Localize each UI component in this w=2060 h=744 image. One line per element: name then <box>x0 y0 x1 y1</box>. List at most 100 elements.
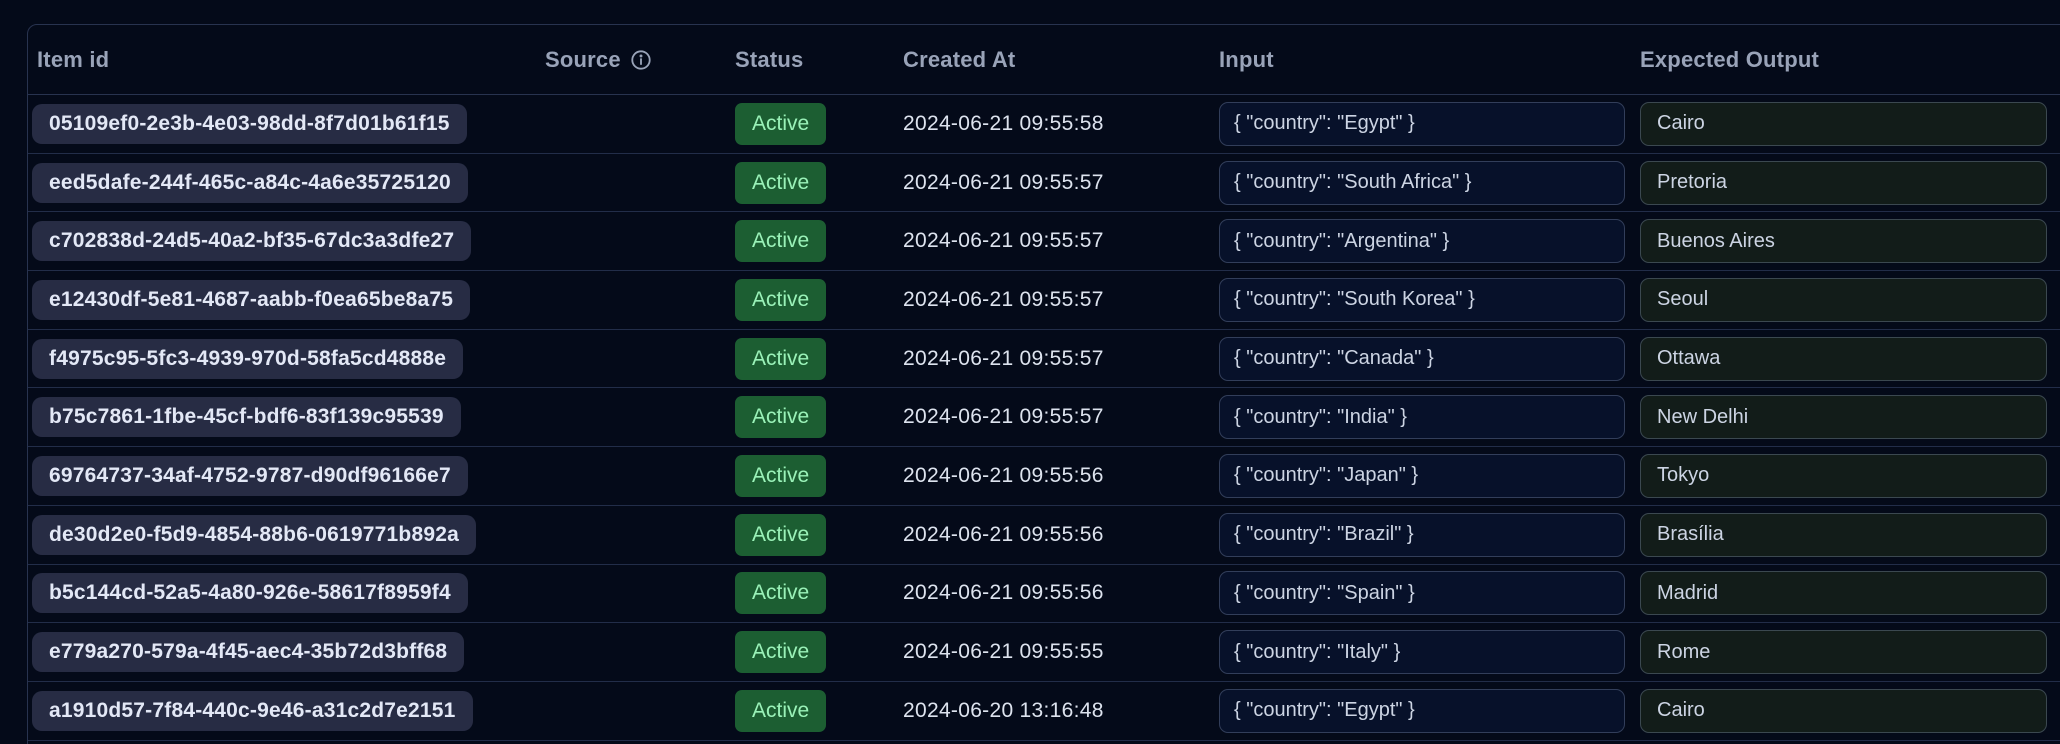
created-at-value: 2024-06-21 09:55:56 <box>903 464 1219 488</box>
input-field[interactable]: { "country": "Brazil" } <box>1219 513 1625 557</box>
column-header-label: Source <box>545 47 621 73</box>
column-header-source: Source <box>545 47 735 73</box>
table-cell: { "country": "South Africa" } <box>1219 161 1640 205</box>
table-cell: Active <box>735 631 903 673</box>
item-id-pill[interactable]: a1910d57-7f84-440c-9e46-a31c2d7e2151 <box>32 691 473 731</box>
created-at-value: 2024-06-21 09:55:57 <box>903 171 1219 195</box>
status-badge: Active <box>735 396 826 438</box>
created-at-value: 2024-06-21 09:55:56 <box>903 523 1219 547</box>
item-id-pill[interactable]: 05109ef0-2e3b-4e03-98dd-8f7d01b61f15 <box>32 104 467 144</box>
input-field[interactable]: { "country": "South Africa" } <box>1219 161 1625 205</box>
table-cell: e12430df-5e81-4687-aabb-f0ea65be8a75 <box>28 280 545 320</box>
expected-output-field[interactable]: Ottawa <box>1640 337 2047 381</box>
table-cell: Active <box>735 220 903 262</box>
table-row[interactable]: a1910d57-7f84-440c-9e46-a31c2d7e2151 Acti… <box>28 682 2060 741</box>
table-row[interactable]: eed5dafe-244f-465c-a84c-4a6e35725120Acti… <box>28 154 2060 213</box>
expected-output-field[interactable]: Rome <box>1640 630 2047 674</box>
expected-output-field[interactable]: Seoul <box>1640 278 2047 322</box>
item-id-pill[interactable]: de30d2e0-f5d9-4854-88b6-0619771b892a <box>32 515 476 555</box>
table-cell: 2024-06-21 09:55:56 <box>903 523 1219 547</box>
table-cell: { "country": "Spain" } <box>1219 571 1640 615</box>
table-cell: Active <box>735 103 903 145</box>
table-row[interactable]: b5c144cd-52a5-4a80-926e-58617f8959f4 Acti… <box>28 565 2060 624</box>
expected-output-field[interactable]: New Delhi <box>1640 395 2047 439</box>
status-badge: Active <box>735 103 826 145</box>
created-at-value: 2024-06-20 13:16:48 <box>903 699 1219 723</box>
table-cell: { "country": "Egypt" } <box>1219 102 1640 146</box>
table-cell: { "country": "South Korea" } <box>1219 278 1640 322</box>
table-cell: Tokyo <box>1640 454 2050 498</box>
table-cell: Madrid <box>1640 571 2050 615</box>
table-cell: de30d2e0-f5d9-4854-88b6-0619771b892a <box>28 515 545 555</box>
table-cell: Rome <box>1640 630 2050 674</box>
table-cell: 2024-06-21 09:55:57 <box>903 229 1219 253</box>
expected-output-field[interactable]: Brasília <box>1640 513 2047 557</box>
input-field[interactable]: { "country": "Italy" } <box>1219 630 1625 674</box>
created-at-value: 2024-06-21 09:55:57 <box>903 229 1219 253</box>
input-field[interactable]: { "country": "India" } <box>1219 395 1625 439</box>
input-field[interactable]: { "country": "Spain" } <box>1219 571 1625 615</box>
table-cell: 2024-06-21 09:55:57 <box>903 347 1219 371</box>
table-row[interactable]: 05109ef0-2e3b-4e03-98dd-8f7d01b61f15 Acti… <box>28 95 2060 154</box>
status-badge: Active <box>735 220 826 262</box>
expected-output-field[interactable]: Pretoria <box>1640 161 2047 205</box>
table-cell: Buenos Aires <box>1640 219 2050 263</box>
column-header-item_id: Item id <box>28 47 545 73</box>
info-icon[interactable] <box>630 49 652 71</box>
dataset-items-table: Item idSourceStatusCreated AtInputExpect… <box>27 24 2060 744</box>
item-id-pill[interactable]: b75c7861-1fbe-45cf-bdf6-83f139c95539 <box>32 397 461 437</box>
created-at-value: 2024-06-21 09:55:57 <box>903 347 1219 371</box>
item-id-pill[interactable]: c702838d-24d5-40a2-bf35-67dc3a3dfe27 <box>32 221 471 261</box>
created-at-value: 2024-06-21 09:55:57 <box>903 288 1219 312</box>
column-header-label: Created At <box>903 47 1015 73</box>
input-field[interactable]: { "country": "Argentina" } <box>1219 219 1625 263</box>
column-header-created_at: Created At <box>903 47 1219 73</box>
table-cell: 2024-06-20 13:16:48 <box>903 699 1219 723</box>
status-badge: Active <box>735 338 826 380</box>
expected-output-field[interactable]: Madrid <box>1640 571 2047 615</box>
item-id-pill[interactable]: e779a270-579a-4f45-aec4-35b72d3bff68 <box>32 632 464 672</box>
input-field[interactable]: { "country": "Canada" } <box>1219 337 1625 381</box>
table-cell: { "country": "India" } <box>1219 395 1640 439</box>
table-row[interactable]: f4975c95-5fc3-4939-970d-58fa5cd4888e Acti… <box>28 330 2060 389</box>
status-badge: Active <box>735 631 826 673</box>
table-row[interactable]: 69764737-34af-4752-9787-d90df96166e7 Acti… <box>28 447 2060 506</box>
column-header-status: Status <box>735 47 903 73</box>
item-id-pill[interactable]: b5c144cd-52a5-4a80-926e-58617f8959f4 <box>32 573 468 613</box>
expected-output-field[interactable]: Buenos Aires <box>1640 219 2047 263</box>
input-field[interactable]: { "country": "Egypt" } <box>1219 102 1625 146</box>
expected-output-field[interactable]: Cairo <box>1640 102 2047 146</box>
table-cell: f4975c95-5fc3-4939-970d-58fa5cd4888e <box>28 339 545 379</box>
table-header-row: Item idSourceStatusCreated AtInputExpect… <box>28 25 2060 95</box>
input-field[interactable]: { "country": "Japan" } <box>1219 454 1625 498</box>
input-field[interactable]: { "country": "Egypt" } <box>1219 689 1625 733</box>
table-cell: Active <box>735 572 903 614</box>
item-id-pill[interactable]: f4975c95-5fc3-4939-970d-58fa5cd4888e <box>32 339 463 379</box>
expected-output-field[interactable]: Tokyo <box>1640 454 2047 498</box>
table-row[interactable]: b75c7861-1fbe-45cf-bdf6-83f139c95539 Acti… <box>28 388 2060 447</box>
table-cell: 05109ef0-2e3b-4e03-98dd-8f7d01b61f15 <box>28 104 545 144</box>
table-cell: { "country": "Japan" } <box>1219 454 1640 498</box>
table-body: 05109ef0-2e3b-4e03-98dd-8f7d01b61f15 Acti… <box>28 95 2060 741</box>
status-badge: Active <box>735 455 826 497</box>
column-header-label: Input <box>1219 47 1274 73</box>
table-row[interactable]: e779a270-579a-4f45-aec4-35b72d3bff68 Acti… <box>28 623 2060 682</box>
status-badge: Active <box>735 690 826 732</box>
table-cell: c702838d-24d5-40a2-bf35-67dc3a3dfe27 <box>28 221 545 261</box>
column-header-label: Status <box>735 47 803 73</box>
table-row[interactable]: c702838d-24d5-40a2-bf35-67dc3a3dfe27 Acti… <box>28 212 2060 271</box>
item-id-pill[interactable]: e12430df-5e81-4687-aabb-f0ea65be8a75 <box>32 280 470 320</box>
table-cell: Active <box>735 690 903 732</box>
table-cell: 69764737-34af-4752-9787-d90df96166e7 <box>28 456 545 496</box>
table-cell: Cairo <box>1640 102 2050 146</box>
column-header-input: Input <box>1219 47 1640 73</box>
input-field[interactable]: { "country": "South Korea" } <box>1219 278 1625 322</box>
table-row[interactable]: e12430df-5e81-4687-aabb-f0ea65be8a75Acti… <box>28 271 2060 330</box>
item-id-pill[interactable]: 69764737-34af-4752-9787-d90df96166e7 <box>32 456 468 496</box>
table-cell: Brasília <box>1640 513 2050 557</box>
column-header-label: Item id <box>37 47 109 73</box>
table-cell: Active <box>735 396 903 438</box>
expected-output-field[interactable]: Cairo <box>1640 689 2047 733</box>
item-id-pill[interactable]: eed5dafe-244f-465c-a84c-4a6e35725120 <box>32 163 468 203</box>
table-row[interactable]: de30d2e0-f5d9-4854-88b6-0619771b892aActi… <box>28 506 2060 565</box>
